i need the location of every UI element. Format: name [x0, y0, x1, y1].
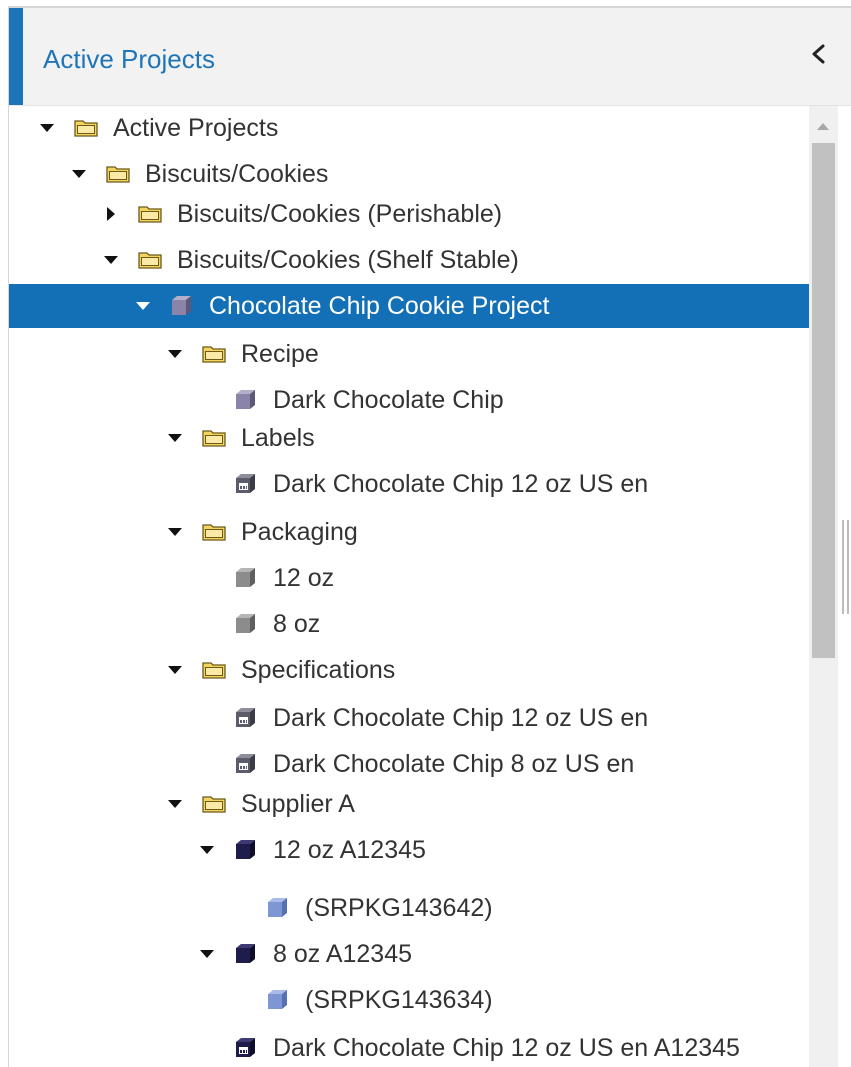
header-accent-bar	[9, 8, 23, 105]
tree-node[interactable]: (SRPKG143634)	[9, 978, 809, 1022]
tree-node-label: Dark Chocolate Chip 8 oz US en	[273, 750, 635, 778]
tree-node[interactable]: Specifications	[9, 648, 809, 692]
caret-down-icon[interactable]	[199, 946, 215, 962]
item-cube-icon	[233, 388, 259, 412]
supplier-package-icon	[265, 896, 291, 920]
caret-down-icon[interactable]	[167, 430, 183, 446]
tree-node[interactable]: (SRPKG143642)	[9, 886, 809, 930]
caret-down-icon[interactable]	[71, 166, 87, 182]
package-cube-icon	[233, 566, 259, 590]
tree-node-label: Packaging	[241, 518, 358, 546]
project-tree: Active Projects Biscuits/Cookies Biscuits/…	[9, 106, 809, 1067]
panel-title: Active Projects	[43, 44, 215, 74]
tree-node-label: Specifications	[241, 656, 396, 684]
tree-node[interactable]: Chocolate Chip Cookie Project	[9, 284, 809, 328]
tree-node-label: Biscuits/Cookies (Perishable)	[177, 200, 503, 228]
panel-header: Active Projects	[9, 8, 851, 106]
caret-down-icon[interactable]	[167, 346, 183, 362]
specification-icon	[233, 752, 259, 776]
supplier-package-icon	[265, 988, 291, 1012]
caret-down-icon[interactable]	[199, 842, 215, 858]
tree-node-label: Dark Chocolate Chip	[273, 386, 504, 414]
tree-node-label: Recipe	[241, 340, 319, 368]
tree-node[interactable]: Biscuits/Cookies (Perishable)	[9, 192, 809, 236]
caret-down-icon[interactable]	[167, 662, 183, 678]
caret-down-icon[interactable]	[135, 298, 151, 314]
item-cube-icon	[169, 294, 195, 318]
tree-node[interactable]: Supplier A	[9, 782, 809, 826]
folder-icon	[201, 792, 227, 816]
tree-node-label: 12 oz A12345	[273, 836, 426, 864]
tree-node[interactable]: Dark Chocolate Chip 12 oz US en	[9, 462, 809, 506]
folder-icon	[137, 202, 163, 226]
tree-node-label: (SRPKG143642)	[305, 894, 493, 922]
caret-down-icon[interactable]	[103, 252, 119, 268]
supplier-item-icon	[233, 942, 259, 966]
tree-node[interactable]: Labels	[9, 416, 809, 460]
folder-icon	[201, 658, 227, 682]
tree-node[interactable]: 8 oz	[9, 602, 809, 646]
vertical-scrollbar[interactable]	[809, 106, 838, 1067]
folder-icon	[201, 520, 227, 544]
tree-node-label: Dark Chocolate Chip 12 oz US en	[273, 704, 649, 732]
scroll-up-arrow-icon[interactable]	[816, 118, 830, 130]
tree-node[interactable]: 12 oz	[9, 556, 809, 600]
specification-icon	[233, 472, 259, 496]
tree-node[interactable]: Packaging	[9, 510, 809, 554]
tree-node[interactable]: Dark Chocolate Chip 8 oz US en	[9, 742, 809, 786]
folder-icon	[105, 162, 131, 186]
caret-down-icon[interactable]	[39, 120, 55, 136]
chevron-left-icon[interactable]	[805, 36, 835, 72]
package-cube-icon	[233, 612, 259, 636]
tree-node[interactable]: Dark Chocolate Chip 12 oz US en A12345	[9, 1026, 809, 1067]
tree-node[interactable]: Active Projects	[9, 106, 809, 150]
folder-icon	[137, 248, 163, 272]
tree-node-label: Dark Chocolate Chip 12 oz US en A12345	[273, 1034, 740, 1062]
tree-node-label: (SRPKG143634)	[305, 986, 493, 1014]
tree-node[interactable]: Biscuits/Cookies (Shelf Stable)	[9, 238, 809, 282]
tree-node[interactable]: Dark Chocolate Chip 12 oz US en	[9, 696, 809, 740]
folder-icon	[201, 342, 227, 366]
tree-node[interactable]: Biscuits/Cookies	[9, 152, 809, 196]
folder-icon	[73, 116, 99, 140]
tree-node-label: 8 oz	[273, 610, 321, 638]
tree-node-label: 12 oz	[273, 564, 335, 592]
tree-node[interactable]: 8 oz A12345	[9, 932, 809, 976]
caret-down-icon[interactable]	[167, 796, 183, 812]
tree-node-label: Biscuits/Cookies (Shelf Stable)	[177, 246, 519, 274]
tree-node-label: Labels	[241, 424, 315, 452]
tree-node[interactable]: Recipe	[9, 332, 809, 376]
tree-node-label: 8 oz A12345	[273, 940, 413, 968]
folder-icon	[201, 426, 227, 450]
tree-node-label: Biscuits/Cookies	[145, 160, 329, 188]
supplier-item-icon	[233, 838, 259, 862]
supplier-specification-icon	[233, 1036, 259, 1060]
tree-node[interactable]: 12 oz A12345	[9, 828, 809, 872]
tree-node-label: Active Projects	[113, 114, 279, 142]
caret-down-icon[interactable]	[167, 524, 183, 540]
scrollbar-thumb[interactable]	[812, 143, 835, 658]
tree-node-label: Dark Chocolate Chip 12 oz US en	[273, 470, 649, 498]
specification-icon	[233, 706, 259, 730]
tree-node-label: Chocolate Chip Cookie Project	[209, 292, 550, 320]
project-navigator-panel: Active Projects Active Projects Biscuits/…	[8, 6, 851, 1067]
caret-right-icon[interactable]	[103, 206, 119, 222]
resize-grip-handle[interactable]	[842, 520, 850, 614]
tree-node-label: Supplier A	[241, 790, 355, 818]
